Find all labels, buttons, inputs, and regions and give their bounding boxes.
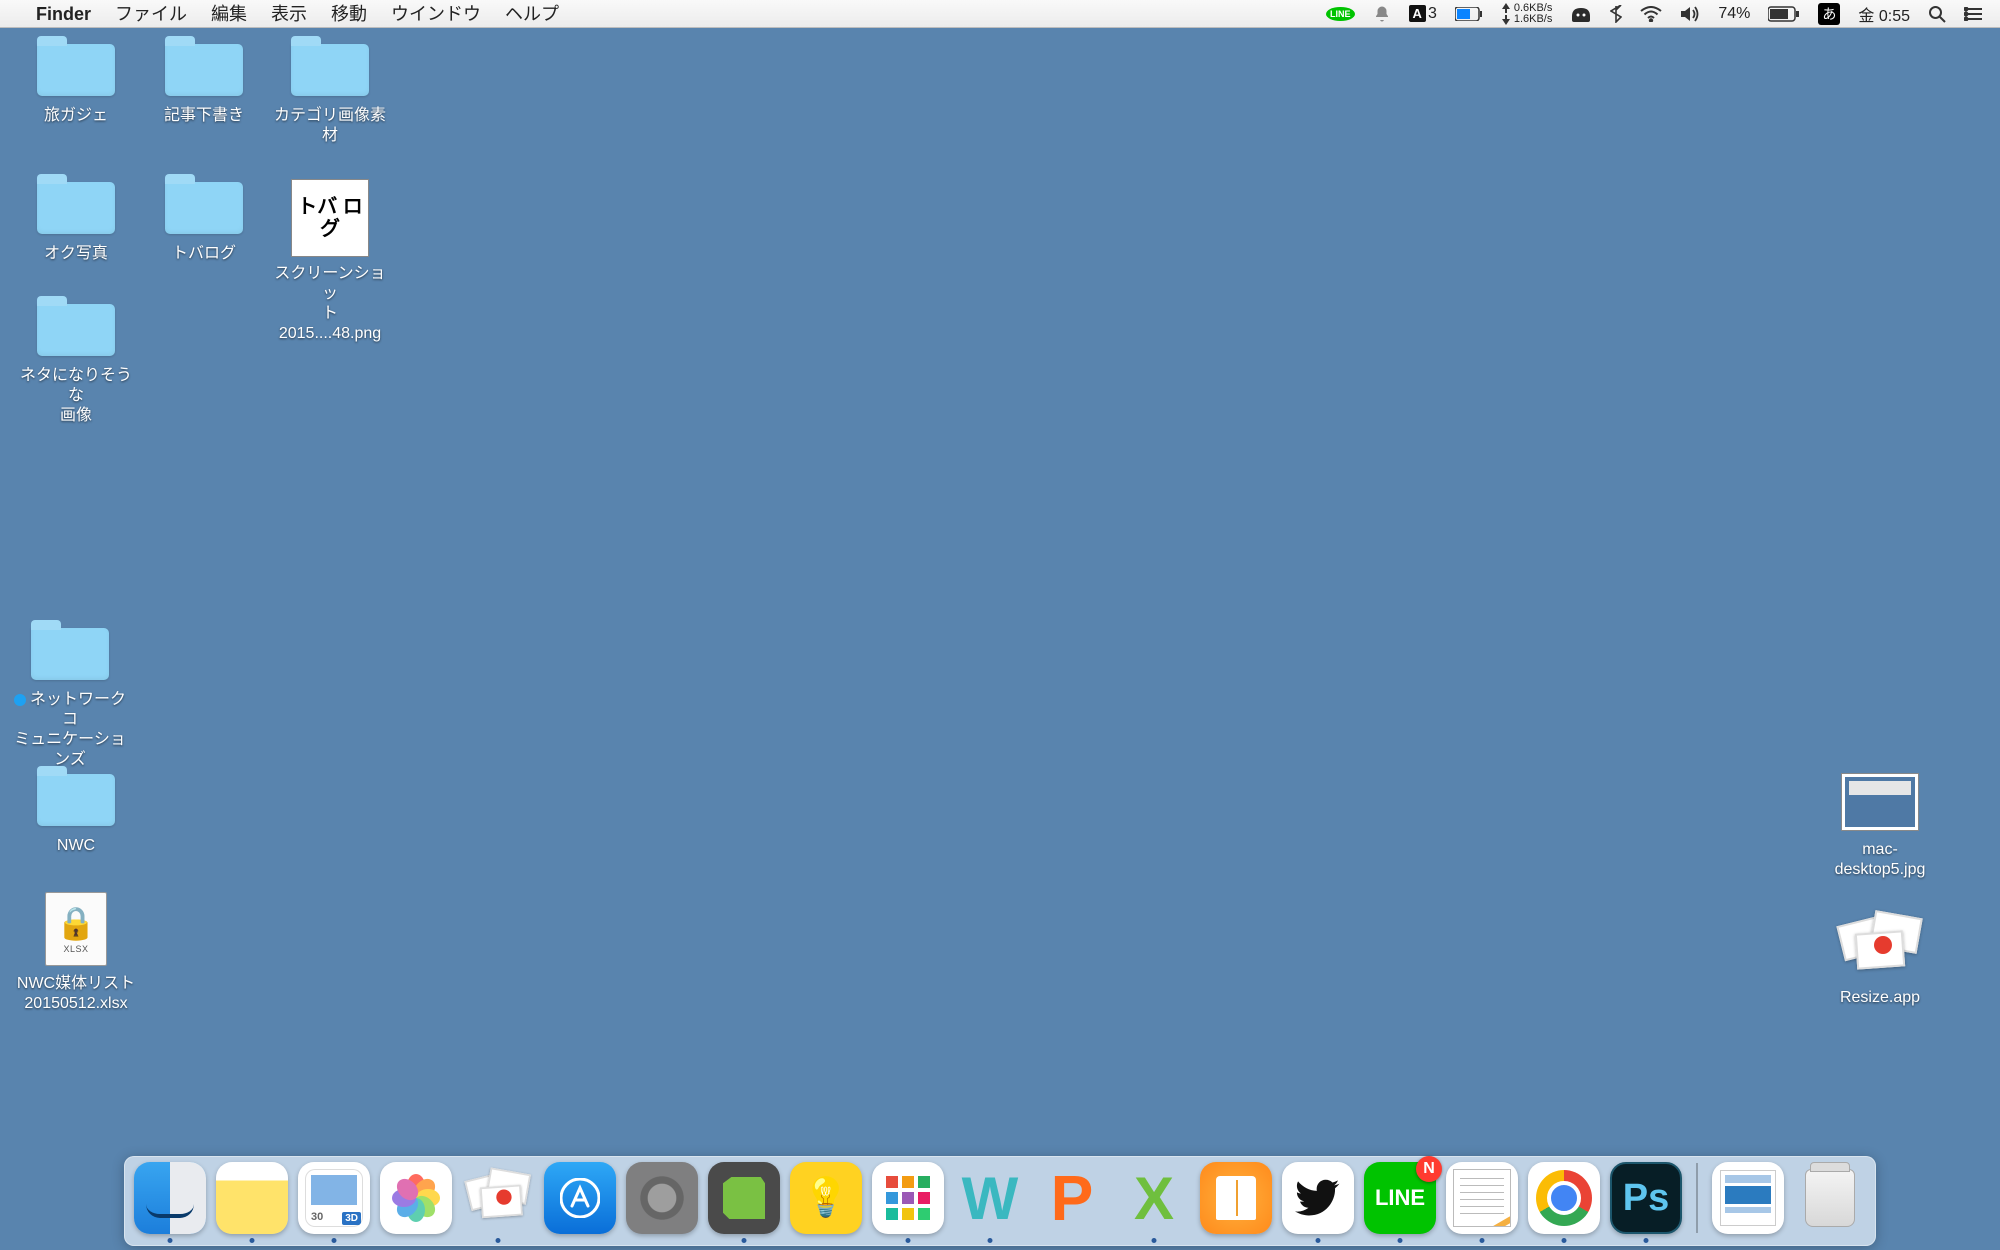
desktop-folder[interactable]: ネットワークコ ミュニケーションズ [10, 624, 130, 770]
bluetooth-icon[interactable] [1602, 5, 1630, 23]
dock-idea[interactable]: 💡 [790, 1162, 862, 1234]
dock-x-app[interactable]: X [1118, 1162, 1190, 1234]
clock[interactable]: 金 0:55 [1850, 2, 1918, 26]
dock-photos[interactable] [380, 1162, 452, 1234]
wifi-icon[interactable] [1632, 6, 1670, 22]
lock-icon: 🔒 [56, 904, 96, 942]
dock: 303D 💡 W P X LINEN Ps [124, 1156, 1876, 1246]
dock-settings[interactable] [626, 1162, 698, 1234]
dock-trash[interactable] [1794, 1162, 1866, 1234]
dock-chrome[interactable] [1528, 1162, 1600, 1234]
menu-go[interactable]: 移動 [319, 0, 379, 28]
dock-textedit[interactable] [1446, 1162, 1518, 1234]
dock-ibooks[interactable] [1200, 1162, 1272, 1234]
image-file[interactable]: mac- desktop5.jpg [1820, 770, 1940, 880]
dock-resize[interactable] [462, 1162, 534, 1234]
dock-tiles[interactable] [872, 1162, 944, 1234]
battery-icon[interactable] [1760, 6, 1808, 22]
desktop-icon-label: カテゴリ画像素材 [270, 106, 390, 146]
desktop-icon-label: 旅ガジェ [16, 106, 136, 126]
desktop-folder[interactable]: 旅ガジェ [16, 40, 136, 126]
folder-icon [31, 628, 109, 680]
dock-twitter[interactable] [1282, 1162, 1354, 1234]
line-status-icon[interactable]: LINE [1318, 7, 1363, 21]
line-badge: N [1416, 1156, 1442, 1182]
dock-separator [1696, 1163, 1698, 1233]
bartender-icon[interactable] [1562, 6, 1600, 22]
menu-bar: Finder ファイル 編集 表示 移動 ウインドウ ヘルプ LINE A3 0… [0, 0, 2000, 28]
desktop-folder[interactable]: カテゴリ画像素材 [270, 40, 390, 146]
desktop-folder[interactable]: NWC [16, 770, 136, 856]
network-speed[interactable]: 0.6KB/s1.6KB/s [1493, 3, 1561, 25]
folder-icon [37, 304, 115, 356]
notifications-icon[interactable] [1365, 5, 1399, 23]
xlsx-file[interactable]: 🔒XLSX NWC媒体リスト 20150512.xlsx [16, 890, 136, 1014]
folder-icon [37, 44, 115, 96]
desktop-folder[interactable]: オク写真 [16, 178, 136, 264]
app-menu[interactable]: Finder [24, 0, 103, 28]
folder-icon [165, 44, 243, 96]
dock-notes[interactable] [216, 1162, 288, 1234]
desktop-folder[interactable]: 記事下書き [144, 40, 264, 126]
volume-icon[interactable] [1672, 6, 1708, 22]
battery-percent[interactable]: 74% [1710, 5, 1758, 23]
menu-bar-left: Finder ファイル 編集 表示 移動 ウインドウ ヘルプ [0, 0, 571, 28]
screenshot-file[interactable]: トバ ログ スクリーンショッ ト 2015....48.png [270, 178, 390, 344]
desktop-icon-label: 記事下書き [144, 106, 264, 126]
folder-icon [37, 774, 115, 826]
menu-help[interactable]: ヘルプ [493, 0, 571, 28]
desktop-folder[interactable]: トバログ [144, 178, 264, 264]
menu-file[interactable]: ファイル [103, 0, 199, 28]
menu-window[interactable]: ウインドウ [379, 0, 493, 28]
dock-evernote[interactable] [708, 1162, 780, 1234]
dock-line[interactable]: LINEN [1364, 1162, 1436, 1234]
battery-secondary-icon[interactable] [1447, 7, 1491, 21]
notification-center-icon[interactable] [1956, 7, 1990, 21]
resize-app[interactable]: Resize.app [1820, 910, 1940, 1008]
dock-photoshop[interactable]: Ps [1610, 1162, 1682, 1234]
input-method[interactable]: あ [1810, 3, 1848, 25]
dock-appstore[interactable] [544, 1162, 616, 1234]
folder-icon [291, 44, 369, 96]
adobe-cc-icon[interactable]: A3 [1401, 5, 1445, 23]
desktop-folder[interactable]: ネタになりそうな 画像 [16, 300, 136, 426]
dock-calendar[interactable]: 303D [298, 1162, 370, 1234]
menu-edit[interactable]: 編集 [199, 0, 259, 28]
menu-view[interactable]: 表示 [259, 0, 319, 28]
desktop-icon-label: ネタになりそうな 画像 [16, 366, 136, 426]
spotlight-icon[interactable] [1920, 5, 1954, 23]
desktop-icon-label: NWC [16, 836, 136, 856]
folder-icon [37, 182, 115, 234]
folder-icon [165, 182, 243, 234]
dock-document[interactable] [1712, 1162, 1784, 1234]
menu-bar-right: LINE A3 0.6KB/s1.6KB/s 74% あ 金 0:55 [1318, 2, 2000, 26]
desktop-icon-label: ネットワークコ ミュニケーションズ [10, 690, 130, 770]
desktop-icon-label: オク写真 [16, 244, 136, 264]
desktop-icon-label: トバログ [144, 244, 264, 264]
tag-dot-icon [14, 694, 26, 706]
dock-finder[interactable] [134, 1162, 206, 1234]
dock-inner: 303D 💡 W P X LINEN Ps [124, 1156, 1876, 1246]
dock-p-app[interactable]: P [1036, 1162, 1108, 1234]
dock-wunderlist[interactable]: W [954, 1162, 1026, 1234]
